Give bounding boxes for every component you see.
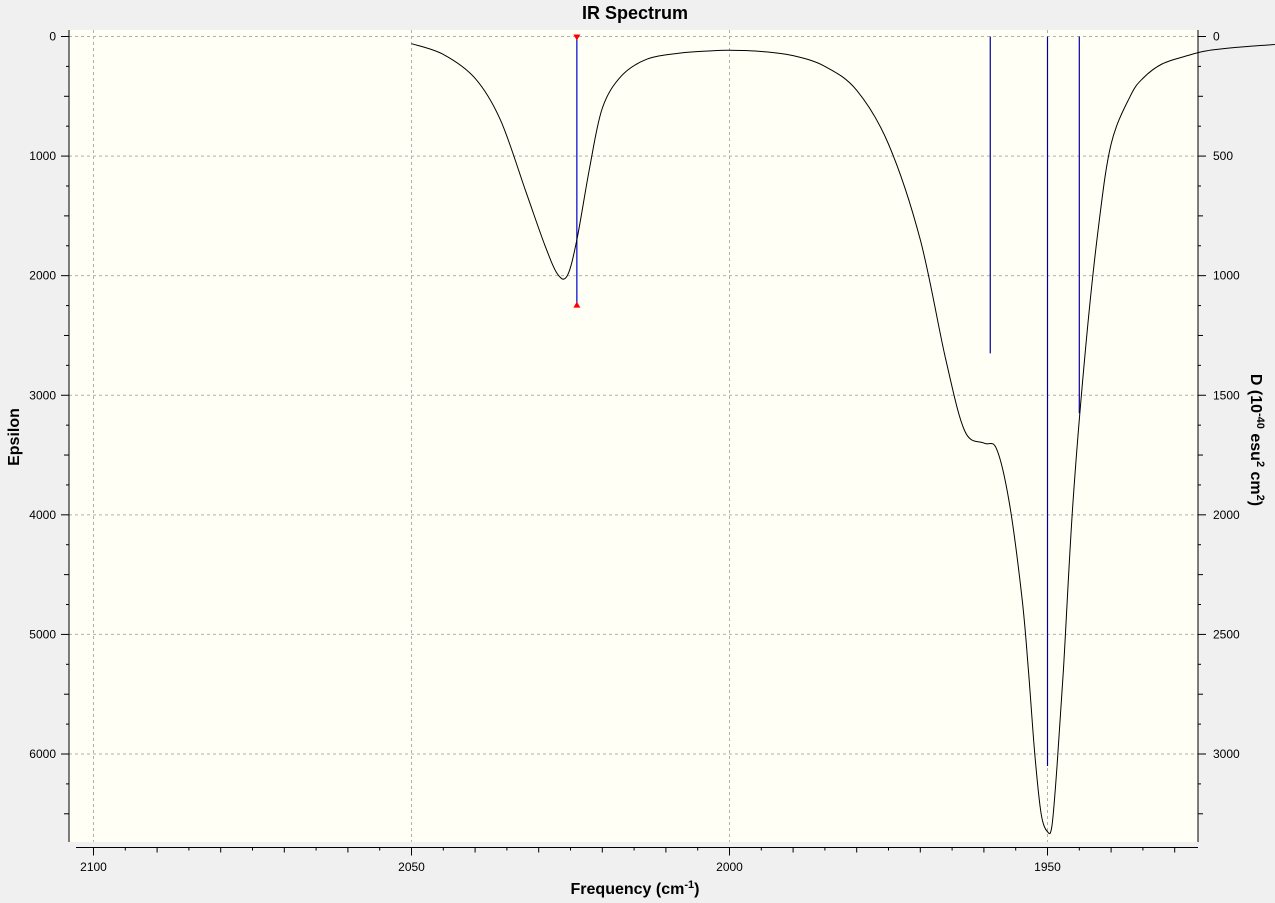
x-tick-label: 2100: [80, 860, 107, 874]
y-tick-label: 2000: [29, 269, 56, 283]
y2-tick-label: 1000: [1213, 269, 1240, 283]
y-tick-label: 1000: [29, 149, 56, 163]
x-axis-label: Frequency (cm-1): [571, 879, 700, 898]
plot-area: [69, 30, 1198, 842]
x-tick-label: 1950: [1034, 860, 1061, 874]
x-tick-label: 2050: [398, 860, 425, 874]
y2-tick-label: 0: [1213, 30, 1220, 44]
y-tick-label: 0: [49, 30, 56, 44]
y-tick-label: 6000: [29, 747, 56, 761]
y-tick-label: 5000: [29, 627, 56, 641]
y2-axis-label: D (10-40 esu2 cm2): [1247, 374, 1266, 506]
y2-tick-label: 1500: [1213, 388, 1240, 402]
y-tick-label: 3000: [29, 388, 56, 402]
y2-tick-label: 500: [1213, 149, 1233, 163]
y2-tick-label: 3000: [1213, 747, 1240, 761]
chart-title: IR Spectrum: [582, 3, 688, 23]
x-tick-label: 2000: [716, 860, 743, 874]
y-tick-label: 4000: [29, 508, 56, 522]
y-axis-label: Epsilon: [6, 408, 23, 466]
y2-tick-label: 2500: [1213, 627, 1240, 641]
y2-tick-label: 2000: [1213, 508, 1240, 522]
ir-spectrum-chart: 2100205020001950190018501800 01000200030…: [0, 0, 1275, 903]
